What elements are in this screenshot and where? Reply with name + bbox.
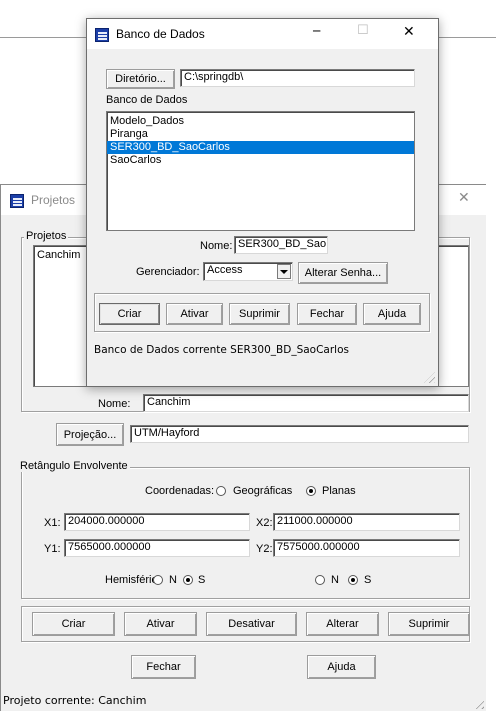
nome-field[interactable]: Canchim (143, 394, 469, 412)
fechar-button[interactable]: Fechar (131, 655, 196, 679)
close-icon[interactable]: ✕ (458, 190, 470, 206)
gerenciador-label: Gerenciador: (136, 266, 200, 278)
projetos-group-title: Projetos (24, 230, 69, 242)
planas-radio[interactable] (306, 486, 316, 496)
x1-label: X1: (44, 517, 61, 529)
maximize-icon[interactable]: ☐ (357, 23, 369, 38)
hemisferio-2-s-label: S (364, 574, 372, 586)
banco-titlebar[interactable]: Banco de Dados ─ ☐ ✕ (87, 19, 438, 49)
projetos-status: Projeto corrente: Canchim (3, 694, 147, 707)
x2-field[interactable]: 211000.000000 (273, 513, 460, 531)
list-item[interactable]: Modelo_Dados (107, 115, 414, 128)
y2-label: Y2: (256, 543, 273, 555)
hemisferio-2-n-radio[interactable] (315, 575, 325, 585)
banco-list-label: Banco de Dados (106, 94, 188, 106)
minimize-icon[interactable]: ─ (313, 24, 320, 38)
ajuda-button[interactable]: Ajuda (307, 655, 376, 679)
gerenciador-select[interactable]: Access (203, 262, 293, 281)
banco-list-items: Modelo_Dados Piranga SER300_BD_SaoCarlos Sa… (107, 112, 414, 167)
banco-criar-button[interactable]: Criar (99, 303, 160, 325)
close-icon[interactable]: ✕ (403, 24, 415, 40)
spring-app-icon (95, 28, 109, 42)
chevron-down-icon[interactable] (277, 264, 291, 279)
geograficas-radio[interactable] (216, 486, 226, 496)
banco-title: Banco de Dados (116, 27, 205, 41)
suprimir-button[interactable]: Suprimir (388, 612, 470, 636)
projetos-title: Projetos (31, 193, 76, 207)
banco-fechar-button[interactable]: Fechar (297, 303, 357, 325)
planas-label: Planas (322, 485, 356, 497)
banco-list[interactable]: Modelo_Dados Piranga SER300_BD_SaoCarlos Sa… (106, 111, 415, 231)
hemisferio-1-s-label: S (198, 574, 206, 586)
list-item[interactable]: SER300_BD_SaoCarlos (107, 141, 414, 154)
alterar-button[interactable]: Alterar (306, 612, 379, 636)
diretorio-button[interactable]: Diretório... (106, 69, 175, 89)
x1-field[interactable]: 204000.000000 (64, 513, 250, 531)
coordenadas-label: Coordenadas: (145, 485, 215, 497)
hemisferio-1-n-label: N (169, 574, 177, 586)
banco-ativar-button[interactable]: Ativar (166, 303, 223, 325)
ativar-button[interactable]: Ativar (124, 612, 197, 636)
y1-label: Y1: (44, 543, 61, 555)
retangulo-group-title: Retângulo Envolvente (18, 460, 130, 472)
list-item[interactable]: Piranga (107, 128, 414, 141)
list-item[interactable]: SaoCarlos (107, 154, 414, 167)
banco-suprimir-button[interactable]: Suprimir (229, 303, 290, 325)
geograficas-label: Geográficas (233, 485, 293, 497)
banco-status: Banco de Dados corrente SER300_BD_SaoCar… (94, 344, 349, 356)
nome-label: Nome: (98, 398, 131, 410)
diretorio-field[interactable]: C:\springdb\ (180, 69, 415, 87)
gerenciador-value: Access (207, 264, 243, 276)
y2-field[interactable]: 7575000.000000 (273, 539, 460, 557)
banco-ajuda-button[interactable]: Ajuda (363, 303, 421, 325)
hemisferio-1-s-radio[interactable] (183, 575, 193, 585)
banco-nome-field[interactable]: SER300_BD_Sao (234, 236, 328, 254)
desativar-button[interactable]: Desativar (206, 612, 297, 636)
spring-app-icon (10, 194, 24, 208)
banco-nome-label: Nome: (200, 240, 233, 252)
criar-button[interactable]: Criar (32, 612, 115, 636)
y1-field[interactable]: 7565000.000000 (64, 539, 250, 557)
projecao-button[interactable]: Projeção... (56, 423, 124, 446)
alterar-senha-button[interactable]: Alterar Senha... (298, 262, 388, 284)
x2-label: X2: (256, 517, 273, 529)
projecao-field[interactable]: UTM/Hayford (130, 425, 469, 443)
hemisferio-2-n-label: N (331, 574, 339, 586)
hemisferio-1-n-radio[interactable] (153, 575, 163, 585)
hemisferio-2-s-radio[interactable] (348, 575, 358, 585)
